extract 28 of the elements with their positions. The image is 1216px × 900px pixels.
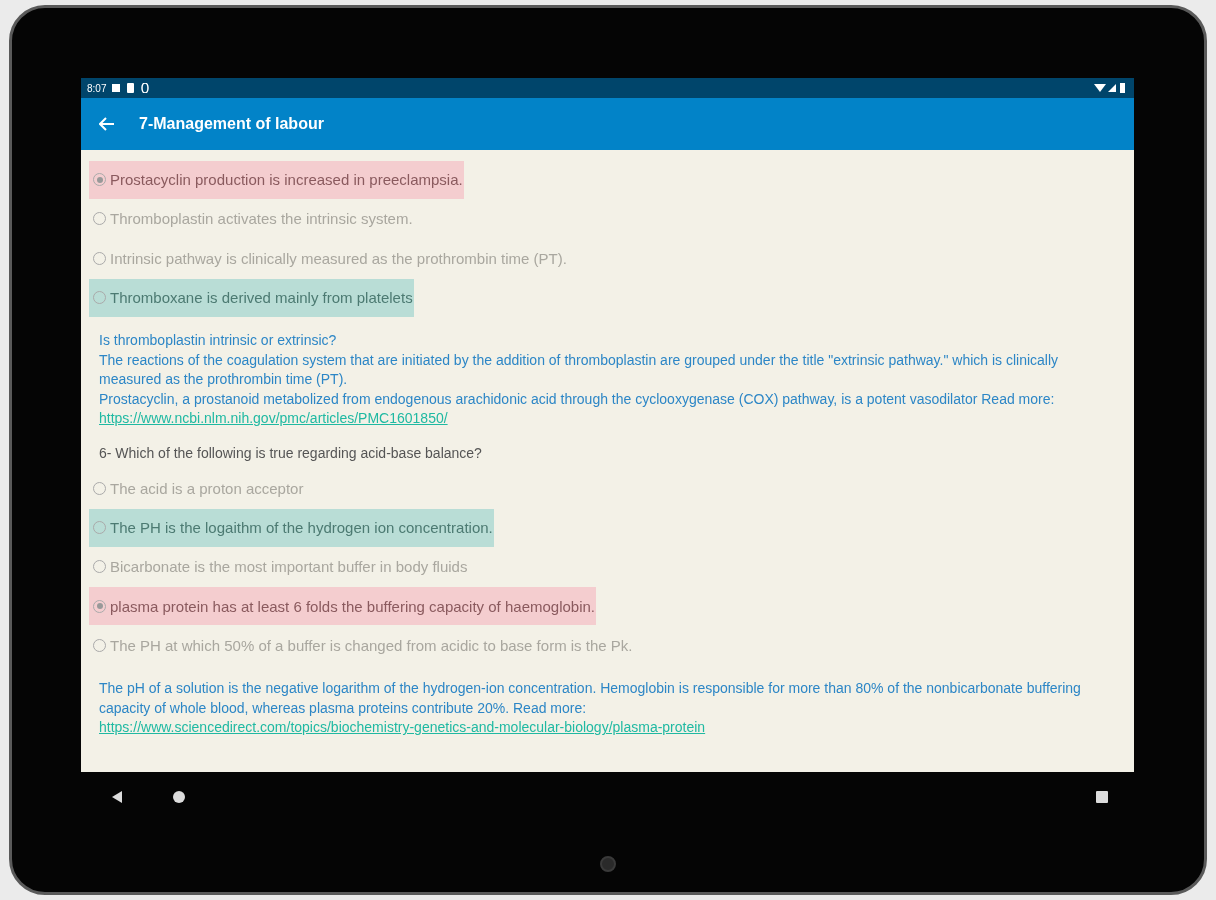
explanation-text: The pH of a solution is the negative logarithm of the hydrogen-ion concentration. Hemoglobin is responsible for more than 80% of the nonbicarbonate buffering capacity of whole blood, whereas plasma proteins contribute 20%. Read more: bbox=[99, 679, 1082, 718]
answer-option[interactable]: Thromboxane is derived mainly from platelets bbox=[89, 278, 414, 317]
explanation-text: Prostacyclin, a prostanoid metabolized from endogenous arachidonic acid through the cyclooxygenase (COX) pathway, is a potent vasodilator Read more: bbox=[99, 389, 1056, 409]
back-triangle-icon bbox=[111, 790, 123, 804]
home-dot-icon bbox=[173, 791, 185, 803]
screen-title: 7-Management of labour bbox=[139, 115, 324, 133]
answer-option[interactable]: Intrinsic pathway is clinically measured as the prothrombin time (PT). bbox=[89, 239, 568, 278]
system-status-icons bbox=[1094, 83, 1126, 93]
answer-option[interactable]: The PH is the logaithm of the hydrogen ion concentration. bbox=[89, 508, 494, 547]
answer-option[interactable]: plasma protein has at least 6 folds the buffering capacity of haemoglobin. bbox=[89, 587, 597, 626]
answer-option[interactable]: The PH at which 50% of a buffer is changed from acidic to base form is the Pk. bbox=[89, 626, 634, 665]
question-text: 6- Which of the following is true regarding acid-base balance? bbox=[98, 443, 483, 463]
square-icon bbox=[1096, 791, 1108, 803]
clock: 8:07 bbox=[87, 82, 107, 94]
reference-link[interactable]: https://www.sciencedirect.com/topics/biochemistry-genetics-and-molecular-biology/plasma-protein bbox=[99, 719, 706, 736]
back-nav-button[interactable] bbox=[111, 790, 123, 804]
answer-option[interactable]: The acid is a proton acceptor bbox=[89, 469, 305, 508]
home-nav-button[interactable] bbox=[173, 791, 185, 803]
recents-nav-button[interactable] bbox=[1096, 791, 1108, 803]
back-button[interactable] bbox=[99, 117, 115, 131]
explanation-text: The reactions of the coagulation system that are initiated by the addition of thromboplastin are grouped under the title "extrinsic pathway." which is clinically measured as the prothrombin time (PT). bbox=[99, 350, 1060, 390]
explanation-text: Is thromboplastin intrinsic or extrinsic? bbox=[99, 331, 338, 351]
reference-link[interactable]: https://www.ncbi.nlm.nih.gov/pmc/articles/PMC1601850/ bbox=[99, 410, 448, 427]
answer-option[interactable]: Bicarbonate is the most important buffer in body fluids bbox=[89, 547, 469, 586]
back-arrow-icon bbox=[99, 117, 115, 131]
camera-lens bbox=[599, 856, 616, 872]
answer-option[interactable]: Thromboplastin activates the intrinsic system. bbox=[89, 199, 414, 238]
answer-option[interactable]: Prostacyclin production is increased in preeclampsia. bbox=[89, 160, 464, 199]
